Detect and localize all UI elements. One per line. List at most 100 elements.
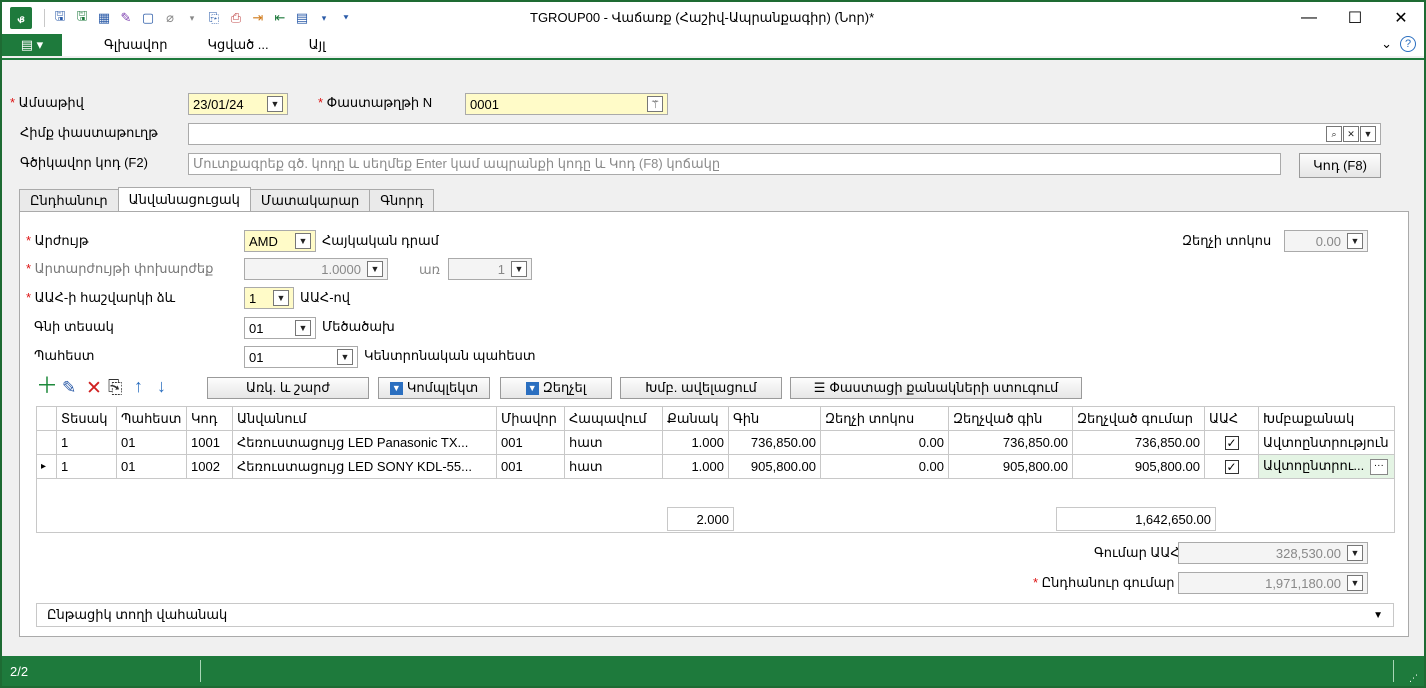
table-row[interactable]: 1 01 1001 Հեռուստացույց LED Panasonic TX… (36, 430, 1395, 455)
menu-item-main[interactable]: Գլխավոր (104, 37, 167, 53)
save-all-icon[interactable]: ▦ (95, 9, 113, 27)
copy-row-icon[interactable]: ⎘ (108, 377, 122, 398)
column-header[interactable]: Կոդ (186, 406, 233, 431)
add-row-icon[interactable]: ＋ (36, 375, 58, 397)
maximize-button[interactable]: ☐ (1332, 2, 1378, 34)
menu-item-other[interactable]: Այլ (309, 37, 326, 53)
cell-warehouse[interactable]: 01 (116, 430, 187, 455)
save-new-icon[interactable]: 🖫 (73, 8, 91, 27)
cell-name[interactable]: Հեռուստացույց LED Panasonic TX... (232, 430, 497, 455)
column-header[interactable]: Հապավում (564, 406, 663, 431)
print-icon[interactable]: ⎙ (227, 9, 245, 27)
chevron-down-icon[interactable]: ▼ (295, 320, 311, 336)
table-row[interactable]: ▸ 1 01 1002 Հեռուստացույց LED SONY KDL-5… (36, 454, 1395, 479)
date-field[interactable]: 23/01/24 ▼ (188, 93, 288, 115)
tab-supplier[interactable]: Մատակարար (249, 189, 371, 211)
customize-qat-icon[interactable]: ⯆ (337, 9, 355, 27)
save-icon[interactable]: 🖫 (51, 8, 69, 27)
chevron-down-icon[interactable]: ▼ (511, 261, 527, 277)
menu-item-attached[interactable]: Կցված ... (207, 37, 268, 53)
vat-checkbox[interactable]: ✓ (1224, 460, 1239, 474)
cell-vat[interactable]: ✓ (1204, 454, 1259, 479)
warehouse-field[interactable]: 01 ▼ (244, 346, 358, 368)
column-header[interactable]: ԱԱՀ (1204, 406, 1259, 431)
column-header[interactable]: Զեղչված գումար (1072, 406, 1205, 431)
chevron-down-icon[interactable]: ▼ (367, 261, 383, 277)
cell-discounted-sum[interactable]: 736,850.00 (1072, 430, 1205, 455)
magic-wand-icon[interactable]: ⚚ (647, 96, 663, 112)
cell-discount-pct[interactable]: 0.00 (820, 454, 949, 479)
column-header[interactable]: Միավոր (496, 406, 565, 431)
chevron-down-icon[interactable]: ▼ (1347, 233, 1363, 249)
resize-grip-icon[interactable]: ⋰ (1409, 673, 1418, 684)
cell-vat[interactable]: ✓ (1204, 430, 1259, 455)
group-add-button[interactable]: Խմբ. ավելացում (620, 377, 782, 399)
attach-icon[interactable]: ⌀ (161, 9, 179, 27)
barcode-input[interactable]: Մուտքագրեք գծ. կոդը և սեղմեք Enter կամ ա… (188, 153, 1281, 175)
cell-type[interactable]: 1 (56, 454, 117, 479)
current-row-panel[interactable]: Ընթացիկ տողի վահանակ ▼ (36, 603, 1394, 627)
edit-doc-icon[interactable]: ✎ (117, 9, 135, 27)
vat-total-field[interactable]: 328,530.00 ▼ (1178, 542, 1368, 564)
export-icon[interactable]: ⇥ (249, 9, 267, 27)
chevron-down-icon[interactable]: ▼ (337, 349, 353, 365)
expand-icon[interactable]: ▼ (1373, 610, 1383, 621)
doc-number-field[interactable]: 0001 ⚚ (465, 93, 668, 115)
column-header[interactable]: Պահեստ (116, 406, 187, 431)
app-logo-icon[interactable]: ᏸ (10, 7, 32, 29)
table-icon[interactable]: ▤ (293, 9, 311, 27)
column-header[interactable]: Քանակ (662, 406, 729, 431)
cell-price[interactable]: 905,800.00 (728, 454, 821, 479)
cell-abbr[interactable]: հատ (564, 454, 663, 479)
minimize-button[interactable]: — (1286, 2, 1332, 34)
column-header[interactable]: Գին (728, 406, 821, 431)
chevron-down-icon[interactable]: ▼ (1347, 575, 1363, 591)
cell-batch[interactable]: Ավտոընտրու... ··· (1258, 454, 1395, 479)
copy-doc-icon[interactable]: ⎘ (205, 9, 223, 27)
base-doc-field[interactable]: ⌕ ✕ ▼ (188, 123, 1381, 145)
import-icon[interactable]: ⇤ (271, 9, 289, 27)
chevron-down-icon[interactable]: ▼ (295, 233, 311, 249)
cell-unit[interactable]: 001 (496, 454, 565, 479)
chevron-down-icon[interactable]: ▼ (1347, 545, 1363, 561)
clear-icon[interactable]: ✕ (1343, 126, 1359, 142)
rate-for-field[interactable]: 1 ▼ (448, 258, 532, 280)
cell-discount-pct[interactable]: 0.00 (820, 430, 949, 455)
column-header[interactable]: Անվանում (232, 406, 497, 431)
qty-check-button[interactable]: ☰ Փաստացի քանակների ստուգում (790, 377, 1082, 399)
close-button[interactable]: ✕ (1378, 2, 1424, 34)
collapse-ribbon-icon[interactable]: ⌄ (1381, 36, 1392, 52)
ellipsis-button[interactable]: ··· (1369, 458, 1388, 475)
chevron-down-icon[interactable]: ▼ (273, 290, 289, 306)
cell-qty[interactable]: 1.000 (662, 430, 729, 455)
search-icon[interactable]: ⌕ (1326, 126, 1342, 142)
new-doc-icon[interactable]: ▢ (139, 9, 157, 27)
cell-unit[interactable]: 001 (496, 430, 565, 455)
cell-discounted-price[interactable]: 736,850.00 (948, 430, 1073, 455)
price-type-field[interactable]: 01 ▼ (244, 317, 316, 339)
code-f8-button[interactable]: Կոդ (F8) (1299, 153, 1381, 178)
vat-mode-field[interactable]: 1 ▼ (244, 287, 294, 309)
column-header[interactable]: Զեղչված գին (948, 406, 1073, 431)
cell-abbr[interactable]: հատ (564, 430, 663, 455)
cell-code[interactable]: 1002 (186, 454, 233, 479)
complete-button[interactable]: ▼ Կոմպլեկտ (378, 377, 490, 399)
rate-field[interactable]: 1.0000 ▼ (244, 258, 388, 280)
cell-discounted-sum[interactable]: 905,800.00 (1072, 454, 1205, 479)
cell-discounted-price[interactable]: 905,800.00 (948, 454, 1073, 479)
table-dropdown-icon[interactable]: ▾ (315, 9, 333, 27)
stock-movement-button[interactable]: Առկ. և շարժ (207, 377, 369, 399)
chevron-down-icon[interactable]: ▼ (267, 96, 283, 112)
cell-name[interactable]: Հեռուստացույց LED SONY KDL-55... (232, 454, 497, 479)
discount-field[interactable]: 0.00 ▼ (1284, 230, 1368, 252)
edit-row-icon[interactable]: ✎ (62, 378, 76, 398)
file-menu-button[interactable]: ▤ ▾ (2, 34, 62, 56)
currency-field[interactable]: AMD ▼ (244, 230, 316, 252)
cell-qty[interactable]: 1.000 (662, 454, 729, 479)
delete-row-icon[interactable]: ✕ (86, 377, 102, 400)
grand-total-field[interactable]: 1,971,180.00 ▼ (1178, 572, 1368, 594)
tab-buyer[interactable]: Գնորդ (369, 189, 435, 211)
help-icon[interactable]: ? (1400, 36, 1416, 52)
chevron-down-icon[interactable]: ▼ (1360, 126, 1376, 142)
tab-nomenclature[interactable]: Անվանացուցակ (117, 187, 251, 211)
